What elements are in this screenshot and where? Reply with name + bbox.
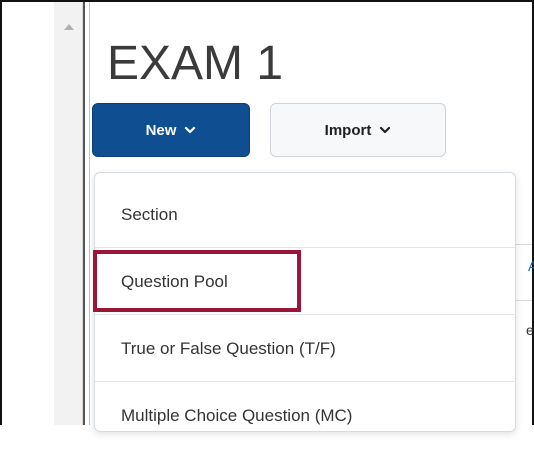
menu-item-true-false-question[interactable]: True or False Question (T/F) (95, 316, 515, 382)
import-button[interactable]: Import (270, 103, 446, 157)
background-divider (516, 300, 532, 301)
chevron-down-icon (380, 126, 391, 134)
arrow-up-icon[interactable] (64, 24, 74, 30)
background-text-fragment: A (528, 258, 534, 274)
panel-divider (83, 2, 85, 425)
import-button-label: Import (324, 121, 372, 139)
left-gutter (2, 2, 54, 425)
menu-item-label: Multiple Choice Question (MC) (121, 406, 353, 425)
new-button[interactable]: New (92, 103, 250, 157)
menu-item-label: Question Pool (121, 271, 228, 291)
new-button-label: New (145, 121, 177, 139)
vertical-scrollbar[interactable] (54, 2, 83, 425)
page-title: EXAM 1 (107, 37, 284, 90)
background-text-fragment: e (526, 322, 534, 338)
menu-item-section[interactable]: Section (95, 182, 515, 248)
background-divider (516, 244, 532, 245)
menu-item-label: True or False Question (T/F) (121, 338, 336, 358)
menu-item-question-pool[interactable]: Question Pool (95, 249, 515, 315)
new-dropdown-menu: Section Question Pool True or False Ques… (94, 172, 516, 432)
panel-divider-light (89, 2, 90, 425)
menu-item-label: Section (121, 204, 178, 224)
chevron-down-icon (185, 126, 196, 134)
menu-item-multiple-choice-question[interactable]: Multiple Choice Question (MC) (95, 383, 515, 449)
